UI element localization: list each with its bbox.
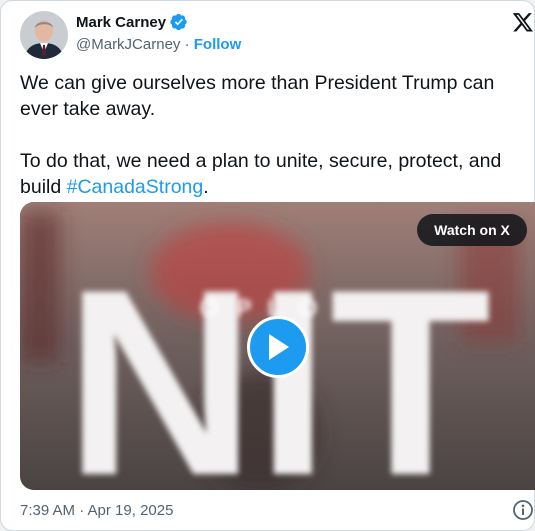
author-name[interactable]: Mark Carney	[76, 14, 166, 31]
tweet-card: Mark Carney @MarkJCarney · Follow We can…	[0, 0, 535, 531]
hashtag-link[interactable]: #CanadaStrong	[67, 176, 204, 198]
play-icon	[269, 334, 289, 360]
verified-badge-icon	[170, 13, 188, 31]
play-button[interactable]	[247, 316, 309, 378]
x-logo-icon[interactable]	[512, 11, 534, 33]
timestamp[interactable]: 7:39 AM · Apr 19, 2025	[20, 502, 173, 519]
tweet-paragraph-2-end: .	[203, 176, 209, 198]
info-icon[interactable]	[512, 499, 534, 521]
avatar[interactable]	[20, 11, 68, 59]
follow-button[interactable]: Follow	[194, 36, 242, 53]
tweet-paragraph-1: We can give ourselves more than Presiden…	[20, 72, 495, 120]
handle-row: @MarkJCarney · Follow	[76, 36, 241, 53]
author-handle[interactable]: @MarkJCarney	[76, 36, 180, 53]
separator: ·	[184, 36, 190, 53]
tweet-paragraph-2: To do that, we need a plan to unite, sec…	[20, 148, 525, 200]
watch-on-x-button[interactable]: Watch on X	[417, 214, 527, 246]
video-subtext: O P L O	[200, 295, 322, 322]
tweet-text: We can give ourselves more than Presiden…	[20, 70, 525, 200]
